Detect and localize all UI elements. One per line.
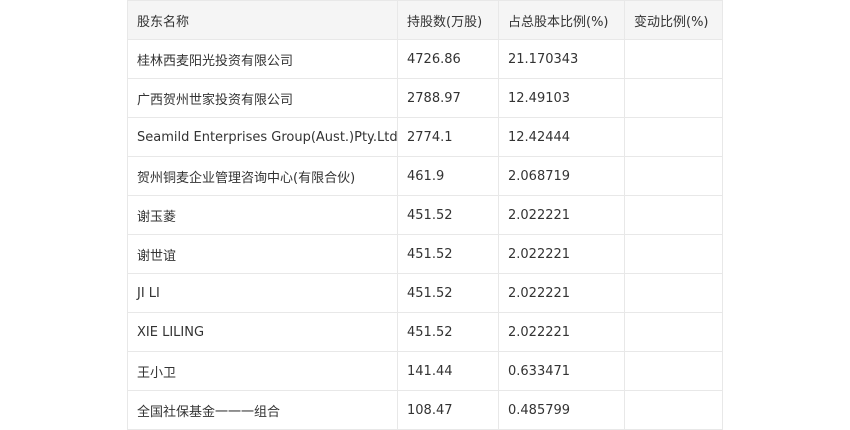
cell-share-ratio: 2.022221	[498, 195, 625, 235]
cell-change-ratio	[624, 117, 723, 157]
cell-change-ratio	[624, 234, 723, 274]
shareholder-table: 股东名称 持股数(万股) 占总股本比例(%) 变动比例(%) 桂林西麦阳光投资有…	[127, 0, 723, 430]
cell-share-ratio: 12.42444	[498, 117, 625, 157]
cell-shareholder-name: 广西贺州世家投资有限公司	[127, 78, 398, 118]
cell-shares-held: 108.47	[397, 390, 499, 430]
table-row: 贺州铜麦企业管理咨询中心(有限合伙) 461.9 2.068719	[127, 156, 723, 196]
header-shareholder-name: 股东名称	[127, 0, 398, 40]
table-row: XIE LILING 451.52 2.022221	[127, 312, 723, 352]
cell-share-ratio: 0.485799	[498, 390, 625, 430]
cell-shares-held: 2788.97	[397, 78, 499, 118]
table-row: 广西贺州世家投资有限公司 2788.97 12.49103	[127, 78, 723, 118]
header-share-ratio: 占总股本比例(%)	[498, 0, 625, 40]
cell-shares-held: 451.52	[397, 273, 499, 313]
table-row: 桂林西麦阳光投资有限公司 4726.86 21.170343	[127, 39, 723, 79]
cell-shareholder-name: 谢玉菱	[127, 195, 398, 235]
cell-shareholder-name: 谢世谊	[127, 234, 398, 274]
cell-shareholder-name: Seamild Enterprises Group(Aust.)Pty.Ltd	[127, 117, 398, 157]
cell-shareholder-name: 桂林西麦阳光投资有限公司	[127, 39, 398, 79]
cell-share-ratio: 0.633471	[498, 351, 625, 391]
shareholder-table-container: 股东名称 持股数(万股) 占总股本比例(%) 变动比例(%) 桂林西麦阳光投资有…	[127, 0, 723, 430]
cell-shareholder-name: 贺州铜麦企业管理咨询中心(有限合伙)	[127, 156, 398, 196]
cell-shares-held: 451.52	[397, 195, 499, 235]
cell-shareholder-name: 全国社保基金一一一组合	[127, 390, 398, 430]
table-row: Seamild Enterprises Group(Aust.)Pty.Ltd …	[127, 117, 723, 157]
cell-change-ratio	[624, 156, 723, 196]
table-header-row: 股东名称 持股数(万股) 占总股本比例(%) 变动比例(%)	[127, 0, 723, 40]
cell-share-ratio: 2.022221	[498, 273, 625, 313]
table-row: 谢世谊 451.52 2.022221	[127, 234, 723, 274]
cell-shares-held: 451.52	[397, 234, 499, 274]
cell-share-ratio: 2.068719	[498, 156, 625, 196]
cell-shares-held: 461.9	[397, 156, 499, 196]
table-row: 王小卫 141.44 0.633471	[127, 351, 723, 391]
cell-shareholder-name: 王小卫	[127, 351, 398, 391]
cell-shares-held: 451.52	[397, 312, 499, 352]
cell-share-ratio: 2.022221	[498, 234, 625, 274]
cell-shares-held: 4726.86	[397, 39, 499, 79]
cell-shares-held: 141.44	[397, 351, 499, 391]
cell-change-ratio	[624, 273, 723, 313]
cell-change-ratio	[624, 195, 723, 235]
cell-change-ratio	[624, 39, 723, 79]
cell-change-ratio	[624, 312, 723, 352]
header-shares-held: 持股数(万股)	[397, 0, 499, 40]
cell-share-ratio: 12.49103	[498, 78, 625, 118]
cell-change-ratio	[624, 78, 723, 118]
table-row: JI LI 451.52 2.022221	[127, 273, 723, 313]
table-row: 谢玉菱 451.52 2.022221	[127, 195, 723, 235]
header-change-ratio: 变动比例(%)	[624, 0, 723, 40]
cell-share-ratio: 21.170343	[498, 39, 625, 79]
cell-shareholder-name: XIE LILING	[127, 312, 398, 352]
cell-share-ratio: 2.022221	[498, 312, 625, 352]
cell-change-ratio	[624, 351, 723, 391]
cell-shares-held: 2774.1	[397, 117, 499, 157]
table-row: 全国社保基金一一一组合 108.47 0.485799	[127, 390, 723, 430]
cell-shareholder-name: JI LI	[127, 273, 398, 313]
cell-change-ratio	[624, 390, 723, 430]
